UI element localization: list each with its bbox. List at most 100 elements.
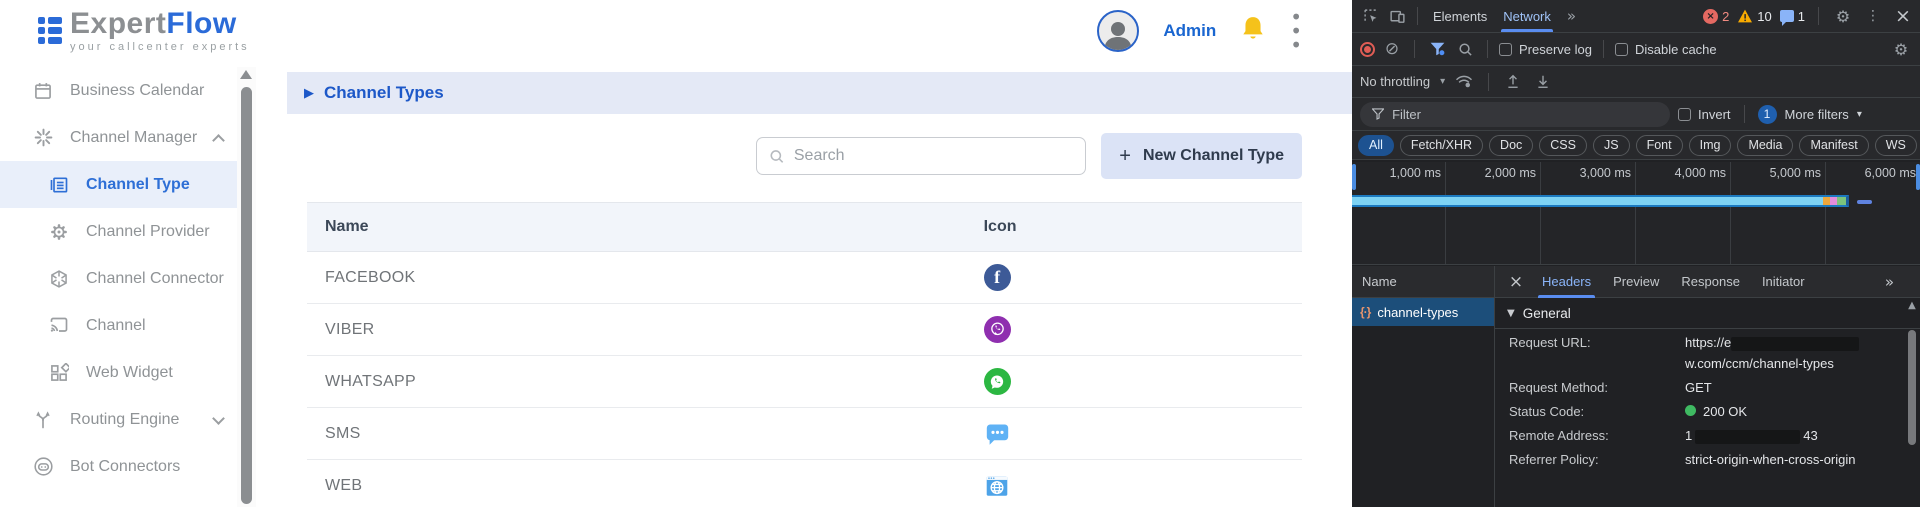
detail-scroll-up-arrow[interactable]: ▲ xyxy=(1906,300,1918,311)
name-column-header[interactable]: Name xyxy=(1352,266,1494,298)
table-row[interactable]: WEB xyxy=(307,460,1302,507)
filter-input-pill[interactable] xyxy=(1360,102,1670,127)
network-conditions-icon[interactable] xyxy=(1453,71,1475,93)
search-input[interactable] xyxy=(794,147,1073,165)
pill-img[interactable]: Img xyxy=(1689,135,1732,156)
expertflow-logo[interactable]: ExpertFlow your callcenter experts xyxy=(38,8,250,53)
channel-connector-icon xyxy=(48,269,70,289)
pill-doc[interactable]: Doc xyxy=(1489,135,1533,156)
sidebar-item-bot-connectors[interactable]: Bot Connectors xyxy=(0,443,237,490)
error-count: 2 xyxy=(1722,9,1729,24)
devtools-kebab-icon[interactable]: ⋮ xyxy=(1862,5,1884,27)
detail-more-tabs-icon[interactable]: » xyxy=(1885,273,1912,291)
network-search-icon[interactable] xyxy=(1454,38,1476,60)
general-section-header[interactable]: ▼ General xyxy=(1495,298,1920,329)
device-toolbar-icon[interactable] xyxy=(1386,5,1408,27)
network-settings-gear-icon[interactable]: ⚙ xyxy=(1890,38,1912,60)
filter-row: Invert 1 More filters ▾ xyxy=(1352,98,1920,131)
pill-fetch-xhr[interactable]: Fetch/XHR xyxy=(1400,135,1483,156)
sidebar-item-business-calendar[interactable]: Business Calendar xyxy=(0,67,237,114)
sidebar-item-web-widget[interactable]: Web Widget xyxy=(0,349,237,396)
record-button[interactable] xyxy=(1360,42,1375,57)
table-row[interactable]: WHATSAPP xyxy=(307,356,1302,408)
search-box[interactable] xyxy=(756,137,1086,175)
issues-badge[interactable]: 1 xyxy=(1780,9,1805,24)
sidebar-item-label: Channel xyxy=(86,317,146,335)
pill-js[interactable]: JS xyxy=(1593,135,1630,156)
sidebar-item-channel-connector[interactable]: Channel Connector xyxy=(0,255,237,302)
new-channel-type-button[interactable]: + New Channel Type xyxy=(1101,133,1302,179)
pill-ws[interactable]: WS xyxy=(1875,135,1917,156)
throttling-select[interactable]: No throttling ▾ xyxy=(1360,74,1445,89)
pill-css[interactable]: CSS xyxy=(1539,135,1587,156)
overview-left-handle[interactable] xyxy=(1352,164,1356,190)
kebab-menu-icon[interactable]: ••• xyxy=(1290,10,1302,52)
requests-list: Name {·} channel-types xyxy=(1352,266,1494,507)
throttling-value: No throttling xyxy=(1360,74,1430,89)
checkbox-icon xyxy=(1499,43,1512,56)
channel-type-icon xyxy=(48,175,70,195)
tab-response[interactable]: Response xyxy=(1672,266,1749,298)
collapse-triangle-icon[interactable]: ▶ xyxy=(304,86,314,101)
export-har-icon[interactable] xyxy=(1532,71,1554,93)
filter-toggle-icon[interactable] xyxy=(1426,38,1448,60)
section-collapse-icon: ▼ xyxy=(1507,308,1515,319)
preserve-log-checkbox[interactable]: Preserve log xyxy=(1499,42,1592,57)
clear-button[interactable]: ⊘ xyxy=(1381,38,1403,60)
table-row[interactable]: SMS xyxy=(307,408,1302,460)
header-field-request-method: Request Method: GET xyxy=(1495,374,1920,398)
page-title-bar[interactable]: ▶ Channel Types xyxy=(287,72,1352,114)
tab-elements[interactable]: Elements xyxy=(1427,0,1493,32)
bell-icon[interactable] xyxy=(1240,15,1266,48)
tab-headers[interactable]: Headers xyxy=(1533,266,1600,298)
overview-right-handle[interactable] xyxy=(1916,164,1920,190)
app-topbar: ExpertFlow your callcenter experts Admin… xyxy=(0,0,1352,67)
tab-initiator[interactable]: Initiator xyxy=(1753,266,1814,298)
more-filters-button[interactable]: 1 More filters ▾ xyxy=(1758,105,1862,124)
warning-badge[interactable]: 10 xyxy=(1737,9,1771,24)
table-row[interactable]: VIBER xyxy=(307,304,1302,356)
user-name[interactable]: Admin xyxy=(1163,21,1216,41)
disable-cache-label: Disable cache xyxy=(1635,42,1717,57)
detail-close-icon[interactable]: × xyxy=(1503,272,1529,292)
tab-network[interactable]: Network xyxy=(1497,0,1557,32)
pill-font[interactable]: Font xyxy=(1636,135,1683,156)
header-field-status-code: Status Code: 200 OK xyxy=(1495,398,1920,422)
request-method-value: GET xyxy=(1685,374,1712,398)
sidebar-item-channel-type[interactable]: Channel Type xyxy=(0,161,237,208)
scrollbar-thumb[interactable] xyxy=(241,87,252,504)
import-har-icon[interactable] xyxy=(1502,71,1524,93)
brand-flow: Flow xyxy=(166,7,236,40)
error-badge[interactable]: × 2 xyxy=(1703,9,1729,24)
invert-checkbox[interactable]: Invert xyxy=(1678,107,1731,122)
sidebar-scrollbar[interactable] xyxy=(237,67,256,507)
pill-manifest[interactable]: Manifest xyxy=(1799,135,1868,156)
sidebar-item-channel[interactable]: Channel xyxy=(0,302,237,349)
pill-all[interactable]: All xyxy=(1358,135,1394,156)
scroll-up-arrow[interactable] xyxy=(240,70,252,79)
tab-preview[interactable]: Preview xyxy=(1604,266,1668,298)
request-row-channel-types[interactable]: {·} channel-types xyxy=(1352,298,1494,326)
detail-scrollbar[interactable]: ▲ xyxy=(1906,300,1918,507)
detail-scrollbar-thumb[interactable] xyxy=(1908,330,1916,445)
inspect-element-icon[interactable] xyxy=(1360,5,1382,27)
devtools-close-icon[interactable]: × xyxy=(1892,5,1914,27)
sidebar-item-channel-provider[interactable]: Channel Provider xyxy=(0,208,237,255)
disable-cache-checkbox[interactable]: Disable cache xyxy=(1615,42,1717,57)
channel-name: SMS xyxy=(307,425,984,443)
channel-name: VIBER xyxy=(307,321,984,339)
bot-connectors-icon xyxy=(32,456,54,477)
table-row[interactable]: FACEBOOK f xyxy=(307,252,1302,304)
viber-icon xyxy=(984,316,1011,343)
more-tabs-icon[interactable]: » xyxy=(1561,7,1582,25)
remote-address-prefix: 1 xyxy=(1685,428,1692,443)
network-overview-timeline[interactable]: 1,000 ms 2,000 ms 3,000 ms 4,000 ms 5,00… xyxy=(1352,162,1920,265)
pill-media[interactable]: Media xyxy=(1737,135,1793,156)
avatar[interactable] xyxy=(1097,10,1139,52)
sidebar-item-channel-manager[interactable]: Channel Manager xyxy=(0,114,237,161)
settings-gear-icon[interactable]: ⚙ xyxy=(1832,5,1854,27)
warning-count: 10 xyxy=(1757,9,1771,24)
general-section-label: General xyxy=(1523,306,1571,321)
filter-input[interactable] xyxy=(1392,107,1658,122)
sidebar-item-routing-engine[interactable]: Routing Engine xyxy=(0,396,237,443)
